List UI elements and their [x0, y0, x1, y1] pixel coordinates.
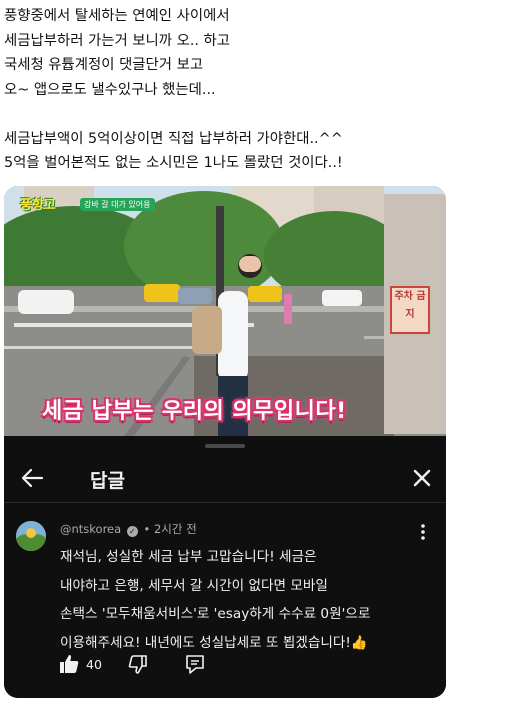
comment-line: 내야하고 은행, 세무서 갈 시간이 없다면 모바일 [60, 577, 328, 594]
comment-text: 재석님, 성실한 세금 납부 고맙습니다! 세금은 내야하고 은행, 세무서 갈… [60, 543, 432, 657]
video-caption: 세금 납부는 우리의 의무입니다! [42, 399, 347, 424]
tweet-line: 오~ 앱으로도 낼수있구나 했는데... [4, 81, 216, 98]
reply-icon [186, 655, 204, 674]
thumbs-up-icon [60, 655, 79, 673]
no-parking-sign: 주차 금지 [390, 286, 430, 334]
close-button[interactable] [408, 464, 436, 492]
comment-handle[interactable]: @ntskorea [60, 522, 121, 536]
comment-line: 이용해주세요! 내년에도 성실납세로 또 뵙겠습니다!👍 [60, 634, 368, 651]
verified-icon: ✓ [126, 526, 138, 537]
dislike-button[interactable] [126, 653, 150, 677]
tweet-line: 국세청 유튭계정이 댓글단거 보고 [4, 57, 204, 73]
show-tag: 강바 갈 대가 있어용 [80, 198, 155, 211]
like-count: 40 [86, 657, 102, 672]
tweet-line: 세금납부하러 가는거 보니까 오.. 하고 [4, 32, 231, 49]
tweet-text: 풍향중에서 탈세하는 연예인 사이에서 세금납부하러 가는거 보니까 오.. 하… [4, 4, 499, 176]
close-icon [413, 469, 431, 487]
reply-header: 답글 [4, 454, 446, 503]
tweet-line: 세금납부액이 5억이상이면 직접 납부하러 가야한대..^^ [4, 130, 343, 147]
tweet-line [4, 102, 499, 127]
tweet-media-image[interactable]: 풍향고 강바 갈 대가 있어용 주차 금지 세금 납부는 우리의 의무입니다! … [4, 186, 446, 698]
arrow-left-icon [21, 468, 44, 488]
comment-meta: @ntskorea ✓ • 2시간 전 [60, 521, 197, 537]
tweet-line: 풍향중에서 탈세하는 연예인 사이에서 [4, 8, 230, 24]
like-button[interactable]: 40 [58, 653, 110, 677]
reply-button[interactable] [184, 653, 208, 677]
comment-line: 손택스 '모두채움서비스'로 'esay하게 수수료 0원'으로 [60, 606, 371, 622]
tweet-line: 5억을 벌어본적도 없는 소시민은 1나도 몰랐던 것이다..! [4, 155, 343, 171]
comment-item: @ntskorea ✓ • 2시간 전 재석님, 성실한 세금 납부 고맙습니다… [4, 503, 446, 698]
show-logo: 풍향고 [20, 198, 56, 213]
more-options-button[interactable] [417, 523, 429, 541]
comment-line: 재석님, 성실한 세금 납부 고맙습니다! 세금은 [60, 549, 317, 565]
back-button[interactable] [18, 464, 46, 492]
more-vertical-icon [421, 524, 425, 540]
drag-handle[interactable] [205, 444, 245, 448]
avatar[interactable] [16, 521, 46, 551]
thumbs-down-icon [128, 655, 147, 674]
panel-title: 답글 [90, 470, 125, 492]
video-frame: 풍향고 강바 갈 대가 있어용 주차 금지 세금 납부는 우리의 의무입니다! [4, 186, 446, 436]
comment-time: • 2시간 전 [143, 522, 197, 536]
